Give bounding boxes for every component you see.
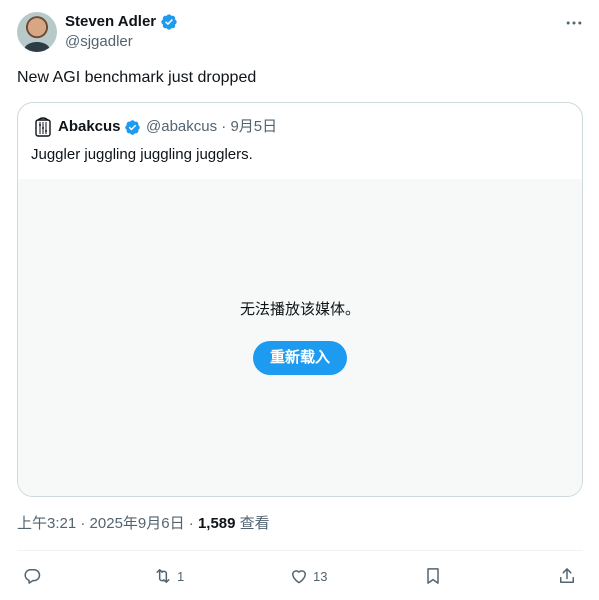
quoted-author-name[interactable]: Abakcus [58, 118, 121, 136]
media-placeholder: 无法播放该媒体。 重新载入 [18, 179, 582, 496]
meta-separator: · [80, 515, 86, 532]
views-count: 1,589 [197, 515, 236, 532]
retweet-icon [156, 569, 170, 583]
author-name[interactable]: Steven Adler [65, 12, 156, 32]
like-count: 13 [313, 568, 328, 584]
quoted-author-handle[interactable]: @abakcus [146, 118, 217, 135]
verified-badge-icon [125, 120, 140, 135]
share-button[interactable] [557, 565, 577, 587]
media-error-message: 无法播放该媒体。 [239, 301, 360, 318]
more-horizontal-icon[interactable] [564, 13, 584, 33]
quoted-date[interactable]: 9月5日 [230, 118, 277, 135]
reply-icon [24, 569, 41, 584]
meta-separator: · [221, 118, 227, 135]
reply-button[interactable] [22, 565, 46, 587]
tweet-text: New AGI benchmark just dropped [17, 69, 257, 86]
heart-icon [292, 570, 306, 584]
reload-button[interactable]: 重新载入 [253, 341, 347, 375]
tweet-time[interactable]: 上午3:21 [17, 515, 76, 532]
quoted-tweet[interactable]: Abakcus @abakcus · 9月5日 Juggler juggling… [17, 102, 583, 497]
author-handle[interactable]: @sjgadler [65, 33, 133, 51]
retweet-button[interactable]: 1 [153, 565, 184, 587]
meta-separator: · [188, 515, 194, 532]
tweet: Steven Adler @sjgadler New AGI benchmark… [0, 0, 599, 600]
like-button[interactable]: 13 [289, 565, 327, 587]
tweet-metadata: 上午3:21 · 2025年9月6日 · 1,589 查看 [17, 514, 270, 534]
quoted-meta: @abakcus · 9月5日 [146, 118, 277, 136]
author-avatar[interactable] [17, 12, 57, 52]
bookmark-icon [427, 568, 439, 584]
bookmark-button[interactable] [423, 565, 443, 587]
share-icon [560, 568, 574, 583]
views-label: 查看 [239, 515, 270, 532]
divider [17, 550, 583, 551]
abakcus-logo-icon [35, 117, 51, 137]
quoted-tweet-text: Juggler juggling juggling jugglers. [31, 146, 253, 163]
retweet-count: 1 [177, 568, 185, 584]
verified-badge-icon [161, 14, 177, 30]
tweet-date[interactable]: 2025年9月6日 [90, 515, 185, 532]
